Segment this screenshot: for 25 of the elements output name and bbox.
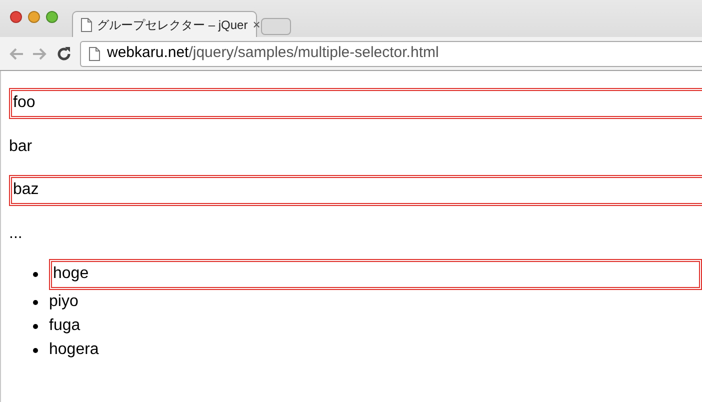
tab-title: グループセレクター – jQuer [97, 16, 248, 34]
page-icon [81, 18, 92, 32]
reload-icon[interactable] [56, 46, 72, 62]
highlighted-text: foo [9, 88, 702, 119]
highlighted-text: hoge [49, 259, 702, 290]
bullet-icon [33, 348, 38, 352]
address-bar[interactable]: webkaru.net/jquery/samples/multiple-selector.html [80, 40, 702, 66]
page-icon [89, 46, 100, 60]
body-text: hogera [49, 340, 99, 360]
maximize-window-button[interactable] [46, 11, 58, 23]
body-text: ... [9, 224, 24, 244]
browser-tab[interactable]: グループセレクター – jQuer × [72, 11, 257, 37]
url-text: webkaru.net/jquery/samples/multiple-selector.html [107, 43, 439, 64]
minimize-window-button[interactable] [28, 11, 40, 23]
bullet-icon [33, 324, 38, 328]
bullet-icon [33, 272, 38, 277]
new-tab-button[interactable] [261, 18, 291, 35]
body-text: piyo [49, 292, 78, 312]
highlighted-text: baz [9, 175, 702, 206]
bullet-icon [33, 300, 38, 304]
close-window-button[interactable] [10, 11, 22, 23]
body-text: bar [9, 137, 34, 157]
back-icon[interactable] [8, 46, 24, 60]
body-text: fuga [49, 316, 80, 336]
forward-icon[interactable] [32, 46, 48, 60]
